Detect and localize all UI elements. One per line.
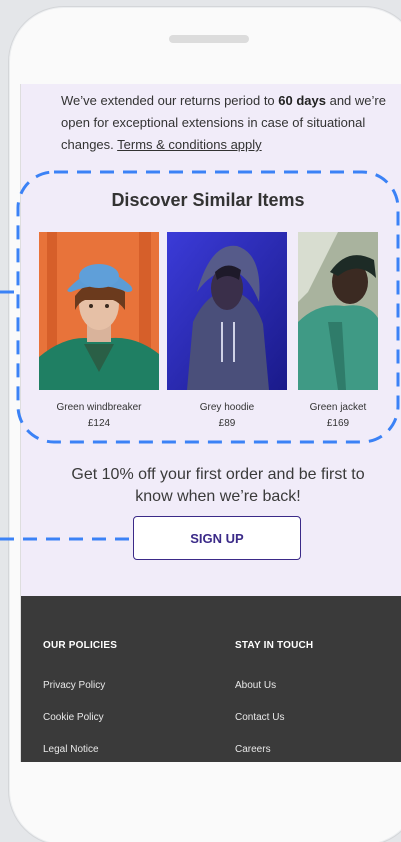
product-image-green-windbreaker[interactable]: [39, 232, 159, 390]
product-image-grey-hoodie[interactable]: [167, 232, 287, 390]
returns-message: We’ve extended our returns period to 60 …: [61, 90, 391, 156]
product-name: Green jacket: [309, 402, 367, 413]
terms-link[interactable]: Terms & conditions apply: [117, 137, 262, 152]
product-card[interactable]: Grey hoodie £89: [167, 232, 287, 429]
footer-link-privacy-policy[interactable]: Privacy Policy: [43, 680, 105, 691]
product-card[interactable]: Green jacket £169: [298, 232, 378, 429]
product-price: £89: [218, 418, 236, 429]
product-name: Grey hoodie: [199, 402, 255, 413]
footer-link-careers[interactable]: Careers: [235, 744, 271, 755]
product-price: £169: [326, 418, 350, 429]
similar-items-title: Discover Similar Items: [111, 190, 305, 210]
product-image-green-jacket[interactable]: [298, 232, 378, 390]
footer-link-contact-us[interactable]: Contact Us: [235, 712, 284, 723]
footer-link-legal-notice[interactable]: Legal Notice: [43, 744, 99, 755]
product-name: Green windbreaker: [56, 402, 142, 413]
phone-speaker: [169, 35, 249, 43]
signup-promo-text: Get 10% off your first order and be firs…: [71, 466, 365, 505]
footer: OUR POLICIES Privacy Policy Cookie Polic…: [21, 596, 401, 762]
sign-up-button[interactable]: SIGN UP: [133, 516, 301, 560]
footer-link-about-us[interactable]: About Us: [235, 680, 276, 691]
returns-days: 60 days: [278, 93, 326, 108]
footer-heading-stay-in-touch: STAY IN TOUCH: [235, 640, 314, 651]
footer-heading-policies: OUR POLICIES: [43, 640, 118, 651]
product-price: £124: [87, 418, 111, 429]
footer-link-cookie-policy[interactable]: Cookie Policy: [43, 712, 104, 723]
email-screen[interactable]: We’ve extended our returns period to 60 …: [20, 84, 401, 762]
product-card[interactable]: Green windbreaker £124: [39, 232, 159, 429]
returns-text-before: We’ve extended our returns period to: [61, 93, 279, 108]
